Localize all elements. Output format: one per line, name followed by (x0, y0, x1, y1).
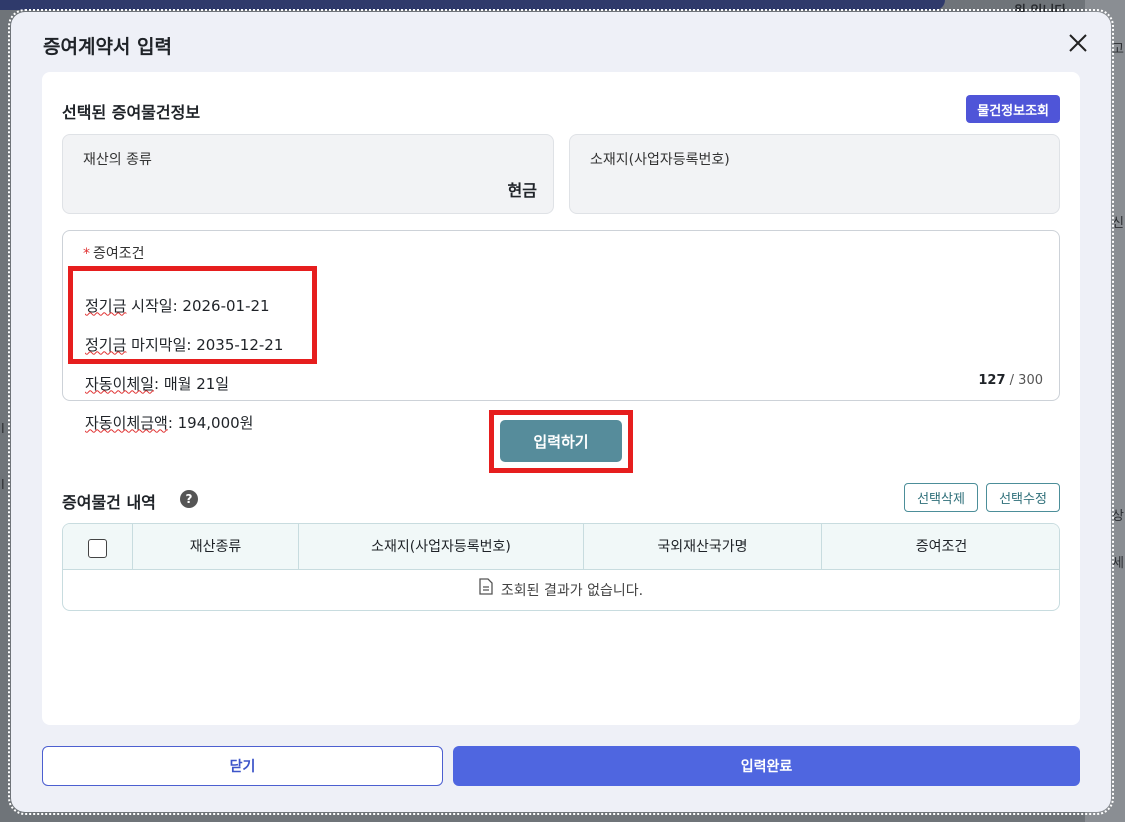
background-header-bar (0, 0, 945, 10)
history-title: 증여물건 내역 (62, 493, 156, 512)
asset-type-value: 현금 (507, 181, 537, 200)
condition-line: 자동이체일: 매월 21일 (85, 374, 230, 393)
table-header: 재산종류 소재지(사업자등록번호) 국외재산국가명 증여조건 (63, 524, 1059, 570)
edit-selected-button[interactable]: 선택수정 (986, 483, 1060, 512)
gift-contract-modal: 증여계약서 입력 선택된 증여물건정보 물건정보조회 재산의 종류 현금 소재지… (8, 9, 1114, 815)
background-text: 신 (1112, 216, 1124, 231)
required-mark: * (83, 246, 90, 262)
modal-title: 증여계약서 입력 (43, 36, 172, 58)
highlight-box (68, 266, 317, 364)
delete-selected-button[interactable]: 선택삭제 (904, 483, 978, 512)
column-header: 증여조건 (915, 539, 968, 555)
selected-item-title: 선택된 증여물건정보 (62, 103, 201, 122)
column-header: 재산종류 (133, 524, 299, 570)
question-circle-icon[interactable]: ? (180, 490, 198, 508)
background-text: l (1, 478, 5, 493)
location-field: 소재지(사업자등록번호) (569, 134, 1060, 214)
input-button[interactable]: 입력하기 (500, 420, 622, 462)
column-header: 국외재산국가명 (584, 524, 822, 570)
form-panel: 선택된 증여물건정보 물건정보조회 재산의 종류 현금 소재지(사업자등록번호)… (42, 72, 1080, 725)
gift-condition-textarea[interactable]: * 증여조건 정기금 시작일: 2026-01-21 정기금 마지막일: 2035… (62, 230, 1060, 432)
char-counter: 127 / 300 (978, 373, 1043, 388)
background-text: 고 (1112, 42, 1124, 57)
condition-line: 자동이체금액: 194,000원 (85, 413, 254, 432)
location-label: 소재지(사업자등록번호) (590, 152, 730, 168)
background-text: l (1, 422, 5, 437)
document-icon (479, 571, 493, 610)
asset-type-label: 재산의 종류 (83, 152, 152, 168)
select-all-cell (63, 524, 133, 570)
column-header: 소재지(사업자등록번호) (299, 524, 584, 570)
history-table: 재산종류 소재지(사업자등록번호) 국외재산국가명 증여조건 조회된 결과가 없… (62, 523, 1060, 611)
empty-message: 조회된 결과가 없습니다. (63, 571, 1059, 610)
background-text: 세 (1112, 556, 1124, 571)
close-icon[interactable] (1065, 30, 1091, 56)
asset-type-field: 재산의 종류 현금 (62, 134, 554, 214)
complete-button[interactable]: 입력완료 (453, 746, 1080, 786)
background-text: 상 (1112, 509, 1124, 524)
item-lookup-button[interactable]: 물건정보조회 (966, 95, 1060, 123)
close-button[interactable]: 닫기 (42, 746, 443, 786)
select-all-checkbox[interactable] (88, 539, 107, 558)
gift-condition-label: * 증여조건 (83, 246, 145, 262)
